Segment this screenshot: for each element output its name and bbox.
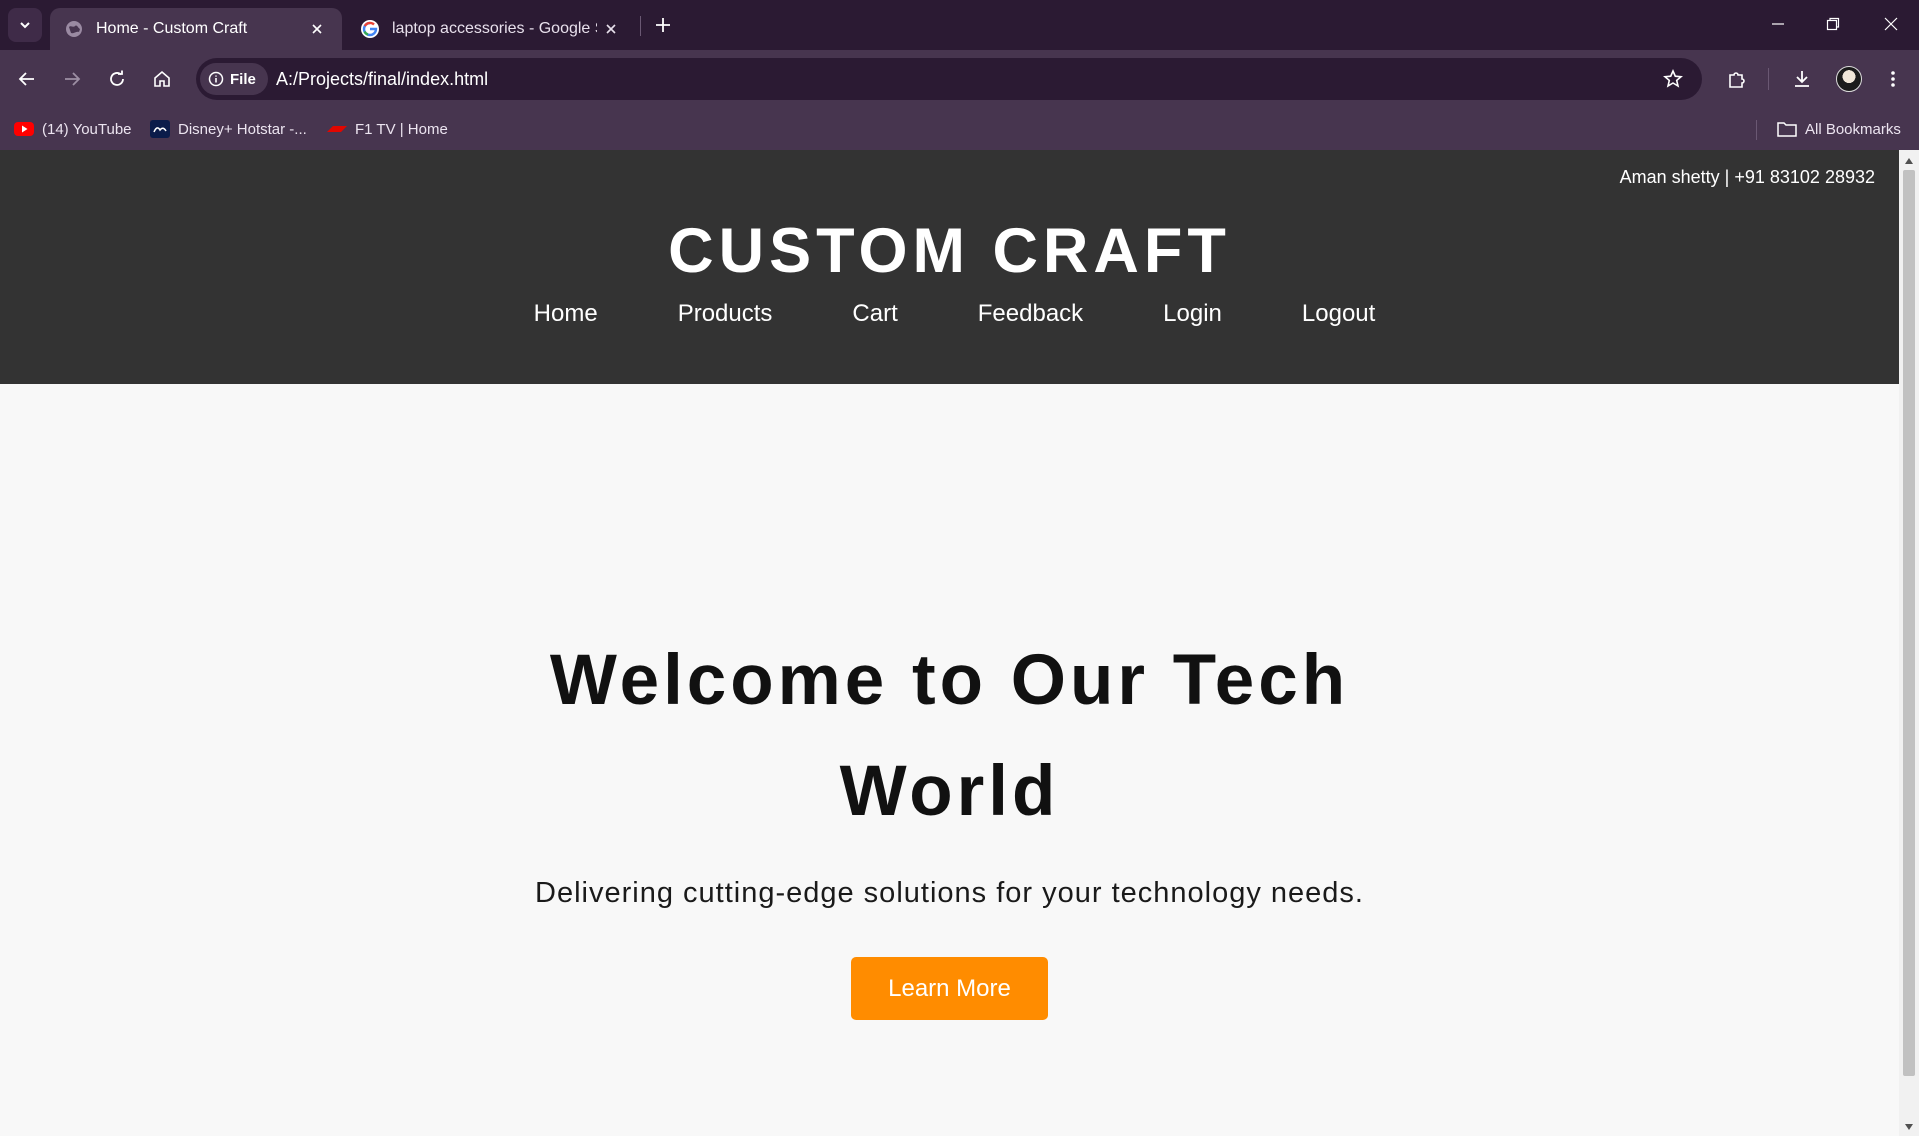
page-scrollbar[interactable] [1899,150,1919,1136]
close-icon [1884,17,1898,31]
f1-icon [327,126,347,132]
home-icon [154,70,170,87]
nav-logout-link[interactable]: Logout [1302,300,1375,328]
puzzle-icon [1729,72,1745,88]
info-icon [208,71,224,87]
site-info-chip[interactable]: File [200,63,268,95]
forward-button[interactable] [55,62,89,96]
bookmark-f1tv[interactable]: F1 TV | Home [327,118,448,140]
bookmarks-separator [1756,120,1757,140]
caret-down-icon [1905,1124,1913,1130]
youtube-icon [14,122,34,136]
menu-button[interactable] [1876,62,1910,96]
plus-icon [656,18,670,32]
download-icon [1795,71,1809,87]
learn-more-button[interactable]: Learn More [851,957,1048,1020]
restore-button[interactable] [1815,8,1851,40]
tab-home-custom-craft[interactable]: Home - Custom Craft [50,8,342,50]
restore-icon [1826,17,1840,31]
bookmark-label: (14) YouTube [42,120,132,138]
profile-avatar[interactable] [1836,66,1862,92]
more-vert-icon [1891,71,1895,87]
hotstar-icon [150,120,170,138]
site-brand: CUSTOM CRAFT [668,216,1231,286]
minimize-icon [1772,23,1784,25]
url-text[interactable]: A:/Projects/final/index.html [276,69,488,90]
close-window-button[interactable] [1873,8,1909,40]
address-bar[interactable]: File A:/Projects/final/index.html [196,58,1702,100]
site-nav: Home Products Cart Feedback Login Logout [0,300,1899,328]
tab-google-search[interactable]: laptop accessories - Google Search [346,8,636,50]
bookmark-label: F1 TV | Home [355,120,448,138]
browser-toolbar: File A:/Projects/final/index.html [0,50,1919,108]
nav-feedback-link[interactable]: Feedback [978,300,1083,328]
downloads-button[interactable] [1785,62,1819,96]
scroll-up-arrow[interactable] [1899,152,1919,170]
tab-title: laptop accessories - Google Search [392,20,597,37]
globe-icon [66,21,82,37]
tab-search-button[interactable] [8,8,42,42]
nav-cart-link[interactable]: Cart [852,300,897,328]
bookmark-label: Disney+ Hotstar -... [178,120,307,138]
arrow-left-icon [18,72,34,86]
tab-strip: Home - Custom Craft laptop accessories -… [0,0,1919,50]
tab-separator [640,16,641,36]
bookmark-star-button[interactable] [1660,66,1686,92]
site-header: Aman shetty | +91 83102 28932 CUSTOM CRA… [0,150,1899,384]
bookmark-hotstar[interactable]: Disney+ Hotstar -... [150,118,307,140]
chevron-down-icon [20,22,30,29]
new-tab-button[interactable] [650,12,676,38]
arrow-right-icon [65,72,81,86]
google-icon [361,20,379,38]
home-button[interactable] [145,62,179,96]
all-bookmarks-button[interactable]: All Bookmarks [1777,118,1901,140]
nav-login-link[interactable]: Login [1163,300,1222,328]
all-bookmarks-label: All Bookmarks [1805,120,1901,138]
star-icon [1663,69,1683,88]
scroll-thumb[interactable] [1903,170,1915,1076]
minimize-button[interactable] [1760,8,1796,40]
back-button[interactable] [10,62,44,96]
reload-icon [110,70,124,86]
toolbar-separator [1768,68,1769,90]
folder-icon [1777,122,1797,137]
nav-products-link[interactable]: Products [678,300,773,328]
hero-title: Welcome to Our Tech World [549,641,1350,831]
bookmark-youtube[interactable]: (14) YouTube [14,118,132,140]
bookmarks-bar: (14) YouTube Disney+ Hotstar -... F1 TV … [0,108,1919,150]
caret-up-icon [1905,158,1913,164]
hero-subtitle: Delivering cutting-edge solutions for yo… [535,877,1364,909]
contact-info: Aman shetty | +91 83102 28932 [1619,167,1875,187]
nav-home-link[interactable]: Home [534,300,598,328]
reload-button[interactable] [100,62,134,96]
close-icon[interactable] [306,18,328,40]
site-chip-label: File [230,70,256,88]
page-viewport: Aman shetty | +91 83102 28932 CUSTOM CRA… [0,150,1899,1136]
extensions-button[interactable] [1720,62,1754,96]
close-icon[interactable] [600,18,622,40]
scroll-down-arrow[interactable] [1899,1118,1919,1136]
tab-title: Home - Custom Craft [96,20,248,37]
